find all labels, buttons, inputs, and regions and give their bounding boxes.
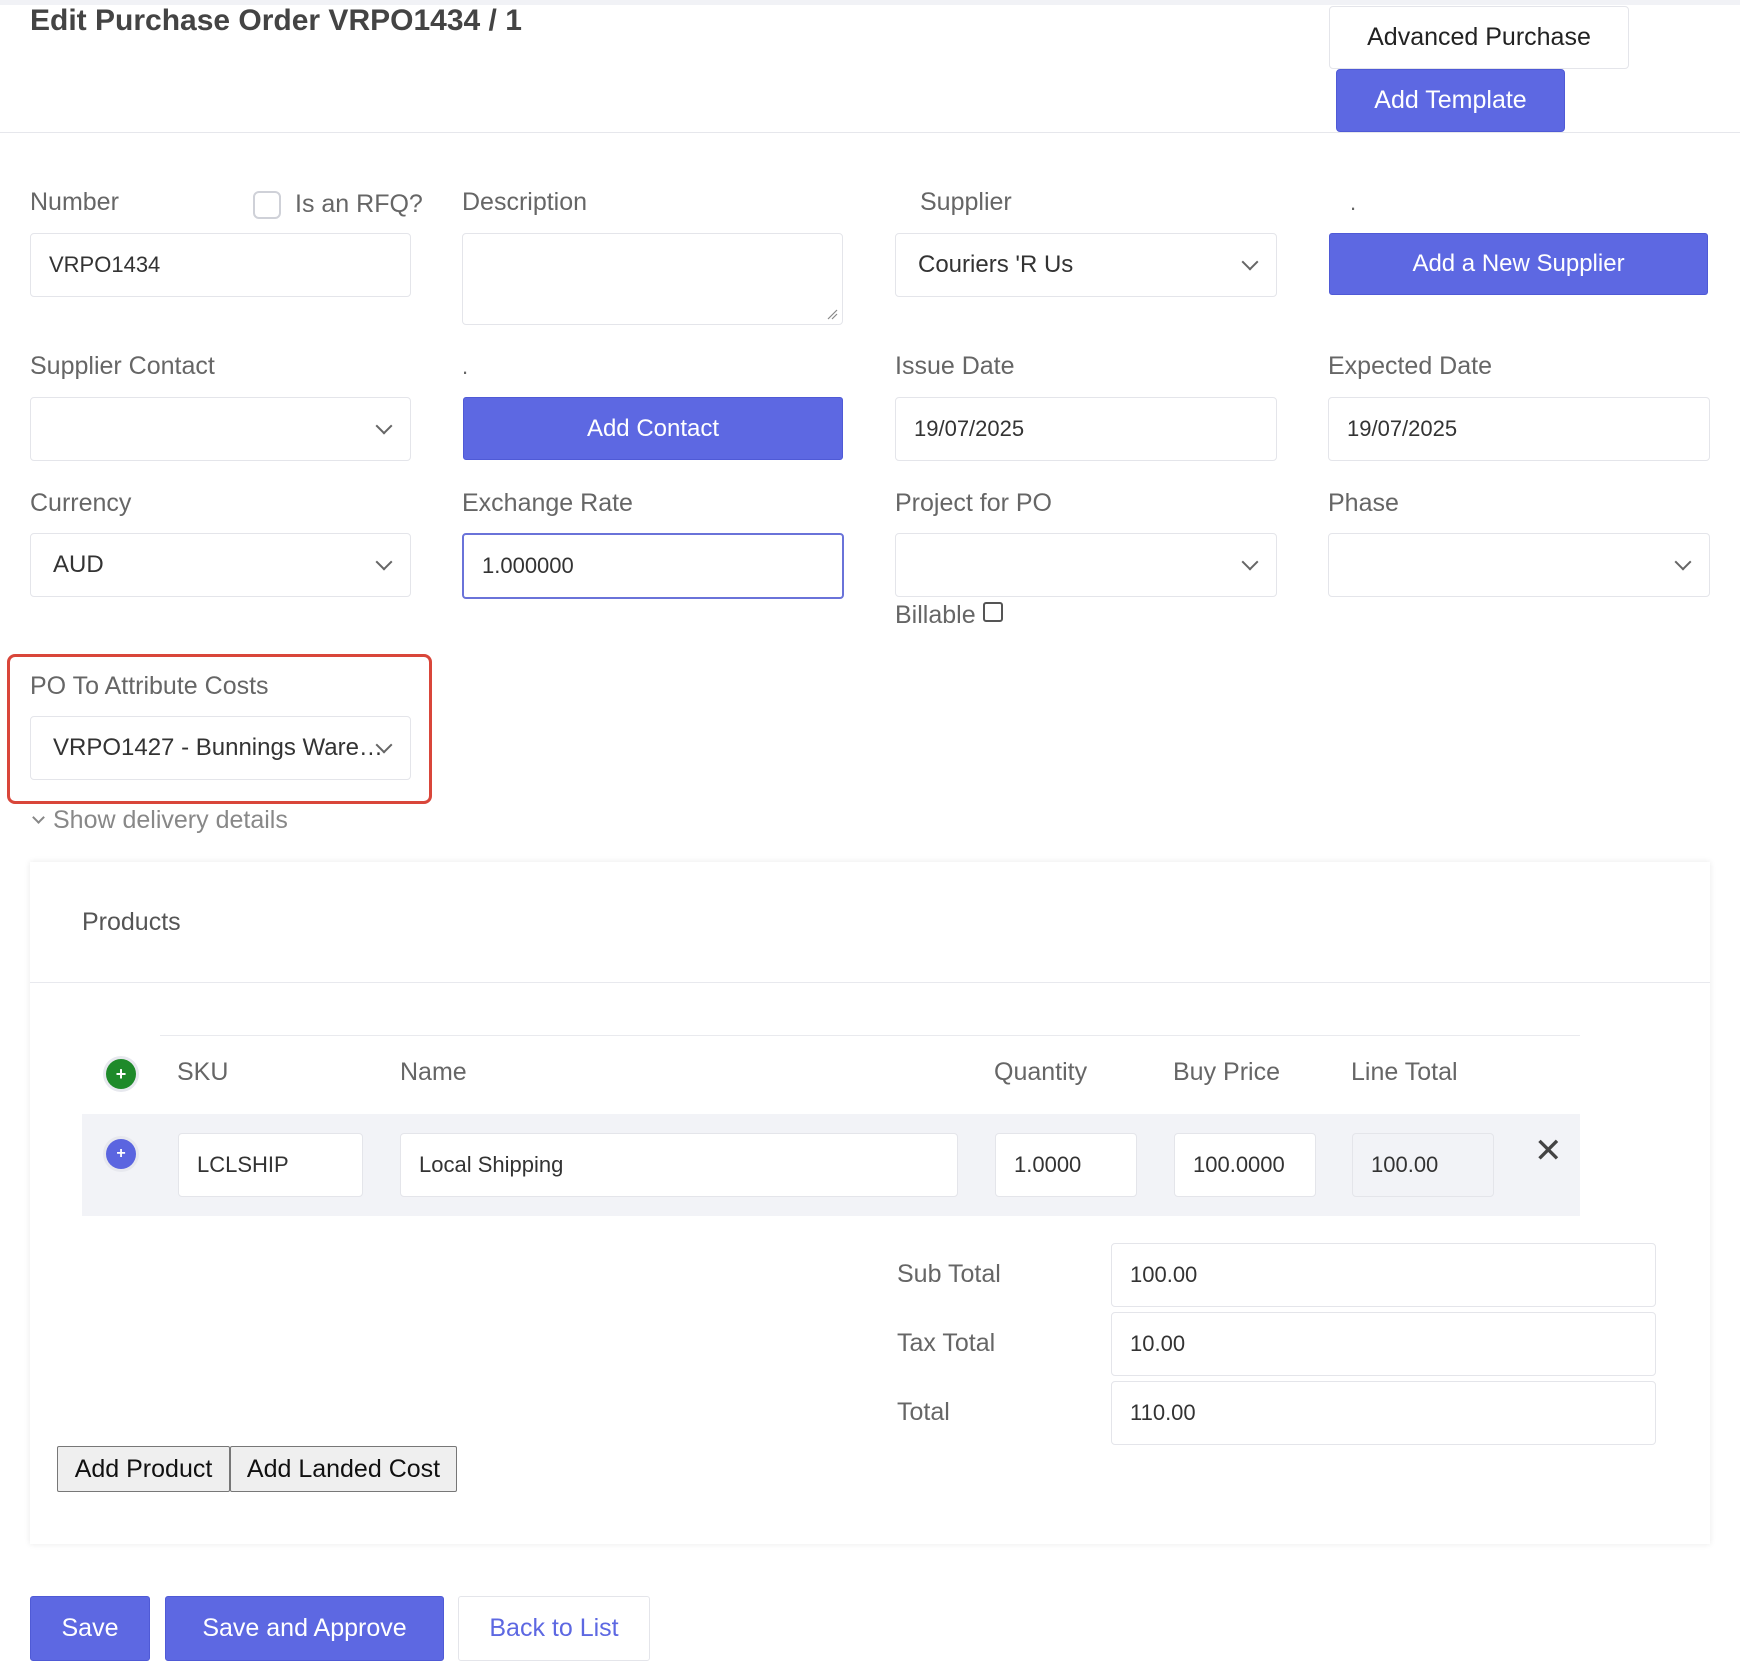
row-detail-icon[interactable]: + xyxy=(106,1139,136,1169)
column-header-name: Name xyxy=(400,1058,467,1086)
project-select[interactable] xyxy=(895,533,1277,597)
column-header-line-total: Line Total xyxy=(1351,1058,1458,1086)
save-button[interactable]: Save xyxy=(30,1596,150,1661)
column-header-sku: SKU xyxy=(177,1058,229,1086)
exchange-rate-label: Exchange Rate xyxy=(462,489,633,517)
header-divider xyxy=(0,132,1740,133)
chevron-down-icon xyxy=(1241,253,1259,271)
spacer-dot: . xyxy=(462,354,469,379)
buy-price-input[interactable]: 100.0000 xyxy=(1174,1133,1316,1197)
sub-total-field: 100.00 xyxy=(1111,1243,1656,1307)
tax-total-field: 10.00 xyxy=(1111,1312,1656,1376)
currency-label: Currency xyxy=(30,489,132,517)
currency-value: AUD xyxy=(53,551,104,578)
resize-handle-icon[interactable] xyxy=(826,308,838,320)
sub-total-label: Sub Total xyxy=(897,1260,1001,1288)
expected-date-label: Expected Date xyxy=(1328,352,1492,380)
column-header-buy-price: Buy Price xyxy=(1173,1058,1280,1086)
po-attribute-label: PO To Attribute Costs xyxy=(30,672,269,700)
total-label: Total xyxy=(897,1398,950,1426)
add-supplier-button[interactable]: Add a New Supplier xyxy=(1329,233,1708,295)
supplier-value: Couriers 'R Us xyxy=(918,251,1074,278)
description-label: Description xyxy=(462,188,588,216)
rfq-checkbox[interactable] xyxy=(253,191,281,219)
supplier-contact-label: Supplier Contact xyxy=(30,352,215,380)
supplier-label: Supplier xyxy=(920,188,1012,216)
products-divider xyxy=(30,982,1710,983)
remove-row-icon[interactable]: ✕ xyxy=(1534,1134,1563,1168)
supplier-contact-select[interactable] xyxy=(30,397,411,461)
products-title: Products xyxy=(82,908,181,936)
page-title: Edit Purchase Order VRPO1434 / 1 xyxy=(30,4,522,37)
phase-label: Phase xyxy=(1328,489,1399,517)
po-attribute-value: VRPO1427 - Bunnings Ware… xyxy=(53,734,383,761)
add-product-button[interactable]: Add Product xyxy=(57,1446,230,1492)
add-landed-cost-button[interactable]: Add Landed Cost xyxy=(230,1446,457,1492)
number-input[interactable]: VRPO1434 xyxy=(30,233,411,297)
chevron-down-icon xyxy=(375,553,393,571)
issue-date-input[interactable]: 19/07/2025 xyxy=(895,397,1277,461)
back-to-list-button[interactable]: Back to List xyxy=(458,1596,650,1661)
tax-total-label: Tax Total xyxy=(897,1329,996,1357)
add-contact-button[interactable]: Add Contact xyxy=(463,397,843,460)
exchange-rate-input[interactable]: 1.000000 xyxy=(462,533,844,599)
product-name-input[interactable]: Local Shipping xyxy=(400,1133,958,1197)
chevron-down-icon xyxy=(32,811,45,824)
show-delivery-label: Show delivery details xyxy=(53,806,288,834)
supplier-select[interactable]: Couriers 'R Us xyxy=(895,233,1277,297)
column-header-quantity: Quantity xyxy=(994,1058,1088,1086)
table-header-divider xyxy=(160,1035,1580,1036)
currency-select[interactable]: AUD xyxy=(30,533,411,597)
rfq-label: Is an RFQ? xyxy=(295,190,423,218)
billable-label: Billable xyxy=(895,601,976,629)
issue-date-label: Issue Date xyxy=(895,352,1015,380)
po-attribute-select[interactable]: VRPO1427 - Bunnings Ware… xyxy=(30,716,411,780)
expected-date-input[interactable]: 19/07/2025 xyxy=(1328,397,1710,461)
chevron-down-icon xyxy=(1241,553,1259,571)
chevron-down-icon xyxy=(1674,553,1692,571)
advanced-purchase-button[interactable]: Advanced Purchase xyxy=(1329,6,1629,69)
add-template-button[interactable]: Add Template xyxy=(1336,69,1565,132)
total-field: 110.00 xyxy=(1111,1381,1656,1445)
spacer-dot: . xyxy=(1350,190,1357,215)
number-label: Number xyxy=(30,188,119,216)
line-total-field: 100.00 xyxy=(1352,1133,1494,1197)
chevron-down-icon xyxy=(375,417,393,435)
show-delivery-toggle[interactable]: Show delivery details xyxy=(30,806,288,835)
billable-checkbox[interactable] xyxy=(983,602,1003,622)
project-label: Project for PO xyxy=(895,489,1052,517)
save-and-approve-button[interactable]: Save and Approve xyxy=(165,1596,444,1661)
description-textarea[interactable] xyxy=(462,233,843,325)
add-row-icon[interactable]: + xyxy=(106,1059,136,1089)
quantity-input[interactable]: 1.0000 xyxy=(995,1133,1137,1197)
phase-select[interactable] xyxy=(1328,533,1710,597)
sku-input[interactable]: LCLSHIP xyxy=(178,1133,363,1197)
